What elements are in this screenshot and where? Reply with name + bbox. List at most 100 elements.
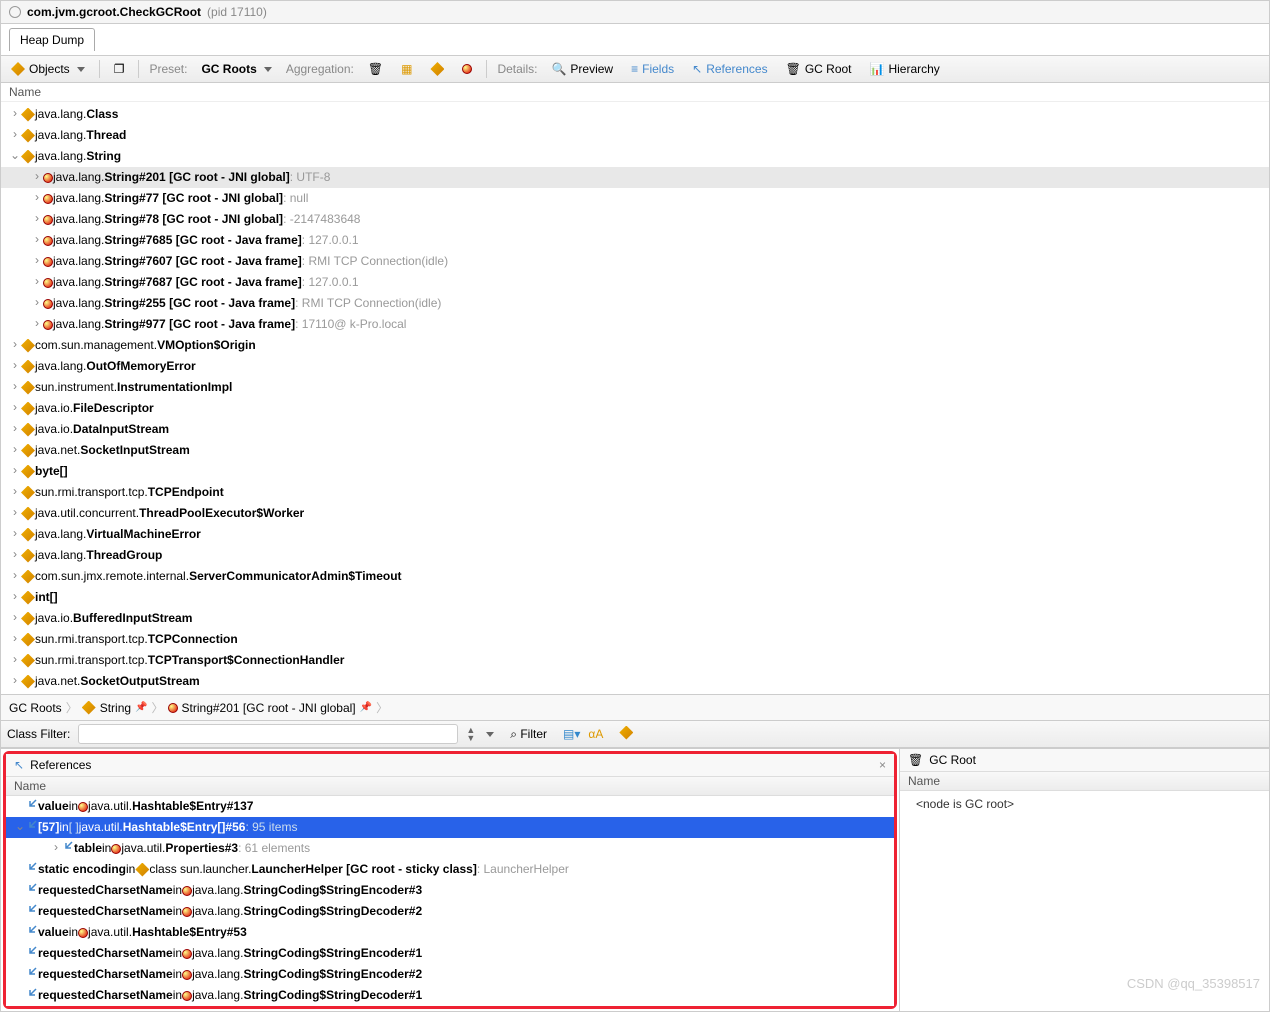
tree-row[interactable]: › java.net.SocketOutputStream (1, 671, 1269, 692)
filter-opt3[interactable] (619, 726, 633, 743)
class-icon (21, 528, 35, 542)
expand-icon[interactable]: › (9, 462, 21, 481)
references-button[interactable]: ↖ References (688, 60, 771, 78)
tree-row[interactable]: › com.sun.jmx.remote.internal.ServerComm… (1, 566, 1269, 587)
reference-row[interactable]: › table in java.util.Properties#3 : 61 e… (6, 838, 894, 859)
filter-opt1[interactable]: ▤▾ (563, 727, 580, 741)
filter-button[interactable]: ⌕ Filter (510, 727, 547, 742)
bc-string[interactable]: String (100, 701, 131, 715)
bc-string201[interactable]: String#201 [GC root - JNI global] (182, 701, 356, 715)
instance-icon (168, 703, 178, 713)
expand-icon[interactable]: › (31, 210, 43, 229)
tree-row[interactable]: › sun.rmi.transport.tcp.TCPTransport$Con… (1, 650, 1269, 671)
tree-row[interactable]: › java.lang.String#201 [GC root - JNI gl… (1, 167, 1269, 188)
tree-row[interactable]: › java.lang.String#7607 [GC root - Java … (1, 251, 1269, 272)
reference-row[interactable]: requestedCharsetName in java.lang.String… (6, 880, 894, 901)
expand-icon[interactable]: › (9, 588, 21, 607)
tree-row[interactable]: › java.lang.String#78 [GC root - JNI glo… (1, 209, 1269, 230)
expand-icon[interactable]: › (9, 399, 21, 418)
tree-row[interactable]: › java.lang.OutOfMemoryError (1, 356, 1269, 377)
agg-none-button[interactable]: 🗑 (364, 60, 387, 78)
chevron-down-icon[interactable] (486, 732, 494, 737)
class-filter-input[interactable] (78, 724, 458, 744)
tree-row[interactable]: › java.lang.ThreadGroup (1, 545, 1269, 566)
tree-row[interactable]: › java.lang.Class (1, 104, 1269, 125)
expand-icon[interactable]: › (9, 651, 21, 670)
expand-icon[interactable]: › (9, 420, 21, 439)
reference-row[interactable]: value in java.util.Hashtable$Entry#53 (6, 922, 894, 943)
objects-dropdown[interactable]: Objects (7, 60, 89, 78)
expand-icon[interactable]: › (9, 504, 21, 523)
expand-icon[interactable]: › (9, 546, 21, 565)
expand-icon[interactable]: › (9, 336, 21, 355)
expand-icon[interactable]: › (50, 839, 62, 858)
expand-icon[interactable]: › (9, 483, 21, 502)
expand-icon[interactable]: › (9, 567, 21, 586)
preset-dropdown[interactable]: GC Roots (197, 60, 275, 78)
fields-button[interactable]: ≡ Fields (627, 60, 678, 78)
expand-icon[interactable]: › (31, 315, 43, 334)
reference-row[interactable]: requestedCharsetName in java.lang.String… (6, 985, 894, 1006)
tree-row[interactable]: › java.util.concurrent.ThreadPoolExecuto… (1, 503, 1269, 524)
tree-row[interactable]: › java.io.DataInputStream (1, 419, 1269, 440)
tree-row[interactable]: › int[] (1, 587, 1269, 608)
expand-icon[interactable]: › (9, 441, 21, 460)
reference-row[interactable]: value in java.util.Hashtable$Entry#137 (6, 796, 894, 817)
tree-row[interactable]: › java.lang.String#77 [GC root - JNI glo… (1, 188, 1269, 209)
tree-row[interactable]: › java.net.SocketInputStream (1, 440, 1269, 461)
tree-row[interactable]: ⌄ java.lang.String (1, 146, 1269, 167)
expand-icon[interactable]: › (9, 357, 21, 376)
expand-icon[interactable]: ⌄ (14, 818, 26, 837)
filter-opt2[interactable]: αA (588, 727, 603, 741)
expand-icon[interactable]: › (31, 252, 43, 271)
reference-row[interactable]: requestedCharsetName in java.lang.String… (6, 943, 894, 964)
expand-icon[interactable]: › (9, 525, 21, 544)
hierarchy-button[interactable]: 📊 Hierarchy (866, 60, 944, 78)
expand-icon[interactable]: › (9, 630, 21, 649)
reference-row[interactable]: requestedCharsetName in java.lang.String… (6, 964, 894, 985)
tree-row[interactable]: › java.lang.VirtualMachineError (1, 524, 1269, 545)
expand-icon[interactable]: › (31, 189, 43, 208)
pin-icon[interactable]: 📌 (360, 702, 372, 713)
tree-row[interactable]: › java.io.FileDescriptor (1, 398, 1269, 419)
tree-row[interactable]: › java.lang.String#977 [GC root - Java f… (1, 314, 1269, 335)
tree-row[interactable]: › java.lang.String#7687 [GC root - Java … (1, 272, 1269, 293)
agg-pkg-button[interactable]: ▦ (397, 60, 416, 78)
agg-inst-button[interactable] (458, 62, 476, 76)
tree-row[interactable]: › sun.rmi.transport.tcp.TCPConnection (1, 629, 1269, 650)
preview-button[interactable]: 🔍Preview (547, 60, 617, 78)
gcroot-button[interactable]: 🗑 GC Root (782, 60, 856, 78)
expand-icon[interactable]: › (31, 231, 43, 250)
tree-row[interactable]: › java.io.BufferedInputStream (1, 608, 1269, 629)
close-icon[interactable]: × (879, 758, 886, 772)
pin-icon[interactable]: 📌 (135, 702, 147, 713)
tree-row[interactable]: › java.lang.Thread (1, 125, 1269, 146)
expand-icon[interactable]: › (31, 294, 43, 313)
reference-row[interactable]: ⌄ [57] in [ ] java.util.Hashtable$Entry[… (6, 817, 894, 838)
expand-icon[interactable]: › (9, 609, 21, 628)
tree-row[interactable]: › sun.instrument.InstrumentationImpl (1, 377, 1269, 398)
reference-row[interactable]: static encoding in class sun.launcher.La… (6, 859, 894, 880)
stepper-icon[interactable]: ▲▼ (466, 726, 475, 742)
titlebar: com.jvm.gcroot.CheckGCRoot (pid 17110) (1, 1, 1269, 24)
new-window-button[interactable]: ❐ (110, 60, 129, 78)
expand-icon[interactable]: › (9, 672, 21, 691)
expand-icon[interactable]: › (9, 105, 21, 124)
expand-icon[interactable]: › (31, 273, 43, 292)
tree-row[interactable]: › sun.rmi.transport.tcp.TCPEndpoint (1, 482, 1269, 503)
class-icon (21, 633, 35, 647)
tree-row[interactable]: › java.lang.String#7685 [GC root - Java … (1, 230, 1269, 251)
expand-icon[interactable]: › (9, 378, 21, 397)
class-icon (21, 549, 35, 563)
instance-icon (43, 299, 53, 309)
tab-heap-dump[interactable]: Heap Dump (9, 28, 95, 51)
expand-icon[interactable]: ⌄ (9, 147, 21, 166)
tree-row[interactable]: › com.sun.management.VMOption$Origin (1, 335, 1269, 356)
reference-row[interactable]: requestedCharsetName in java.lang.String… (6, 901, 894, 922)
tree-row[interactable]: › java.lang.String#255 [GC root - Java f… (1, 293, 1269, 314)
expand-icon[interactable]: › (31, 168, 43, 187)
tree-row[interactable]: › byte[] (1, 461, 1269, 482)
agg-class-button[interactable] (426, 60, 448, 78)
bc-gcroots[interactable]: GC Roots (9, 701, 62, 715)
expand-icon[interactable]: › (9, 126, 21, 145)
